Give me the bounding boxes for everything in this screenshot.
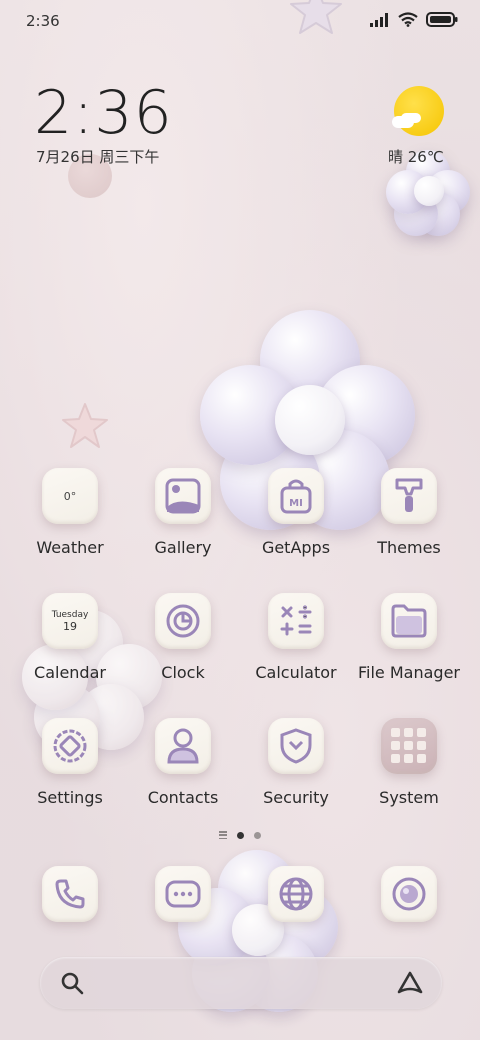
security-icon [268, 718, 324, 774]
gallery-icon [155, 468, 211, 524]
star-decoration [62, 403, 108, 448]
app-themes[interactable]: Themes [353, 468, 465, 578]
assistant-icon[interactable] [396, 970, 424, 996]
status-icons [370, 12, 458, 27]
themes-icon [381, 468, 437, 524]
page-dot [254, 831, 261, 839]
app-gallery[interactable]: Gallery [127, 468, 239, 578]
calculator-icon [268, 593, 324, 649]
weather-text: 晴 26℃ [388, 148, 444, 166]
cloud-icon [392, 116, 414, 128]
signal-icon [370, 12, 388, 27]
phone-icon [42, 866, 98, 922]
app-settings[interactable]: Settings [14, 718, 126, 828]
messages-icon [155, 866, 211, 922]
dock-phone[interactable] [14, 866, 126, 926]
app-label: Themes [377, 538, 441, 557]
app-file-manager[interactable]: File Manager [353, 593, 465, 703]
clock-widget-date: 7月26日 周三下午 [36, 148, 160, 166]
dock-browser[interactable] [240, 866, 352, 926]
svg-text:MI: MI [289, 498, 303, 509]
app-label: File Manager [358, 663, 460, 682]
page-indicator[interactable] [200, 829, 280, 841]
weather-badge: 0° [63, 489, 77, 503]
file-manager-icon [381, 593, 437, 649]
contacts-icon [155, 718, 211, 774]
app-clock[interactable]: Clock [127, 593, 239, 703]
clock-icon [155, 593, 211, 649]
camera-icon [381, 866, 437, 922]
app-calendar[interactable]: Tuesday 19 Calendar [14, 593, 126, 703]
calendar-date: 19 [63, 619, 77, 633]
dock-camera[interactable] [353, 866, 465, 926]
getapps-icon: MI [268, 468, 324, 524]
system-folder-icon [381, 718, 437, 774]
settings-icon [42, 718, 98, 774]
calendar-day: Tuesday [51, 609, 89, 620]
sun-icon [394, 86, 444, 136]
app-calculator[interactable]: Calculator [240, 593, 352, 703]
battery-icon [426, 12, 458, 27]
app-getapps[interactable]: MI GetApps [240, 468, 352, 578]
search-icon [61, 972, 84, 995]
weather-icon: 0° [42, 468, 98, 524]
app-security[interactable]: Security [240, 718, 352, 828]
search-bar[interactable] [40, 957, 442, 1009]
app-weather[interactable]: 0° Weather [14, 468, 126, 578]
menu-lines-icon [219, 831, 227, 839]
app-label: System [379, 788, 439, 807]
clock-widget-time[interactable]: 2:36 [34, 78, 173, 148]
calendar-icon: Tuesday 19 [42, 593, 98, 649]
app-system-folder[interactable]: System [353, 718, 465, 828]
wifi-icon [398, 12, 418, 27]
status-bar: 2:36 [0, 0, 480, 42]
status-time: 2:36 [26, 12, 60, 30]
app-contacts[interactable]: Contacts [127, 718, 239, 828]
page-dot-active [237, 831, 244, 839]
dock-messages[interactable] [127, 866, 239, 926]
browser-icon [268, 866, 324, 922]
